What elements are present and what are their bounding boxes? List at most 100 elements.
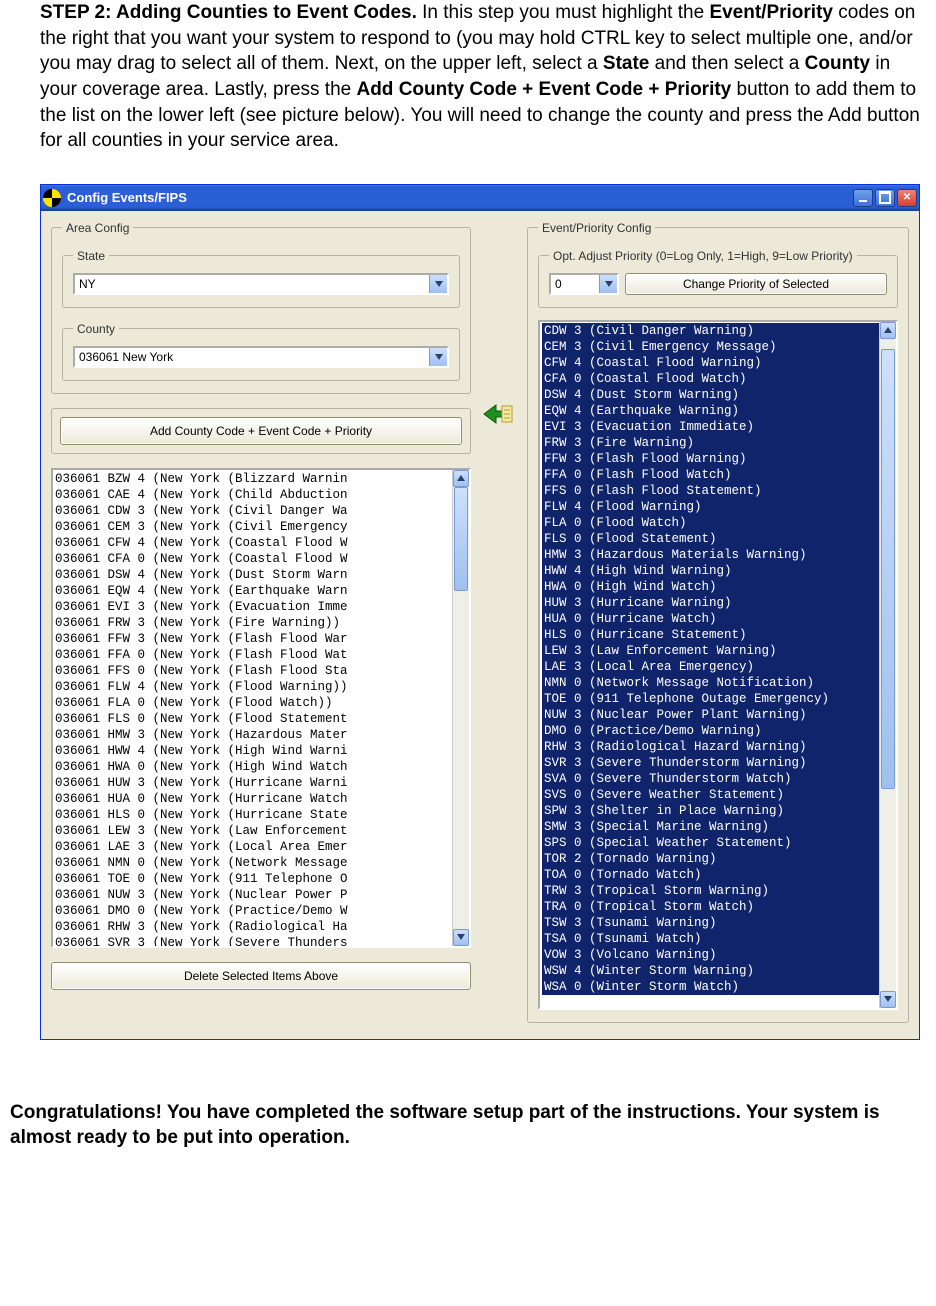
list-item[interactable]: NUW 3 (Nuclear Power Plant Warning) — [542, 707, 894, 723]
list-item[interactable]: 036061 NUW 3 (New York (Nuclear Power P — [55, 887, 467, 903]
list-item[interactable]: FFS 0 (Flash Flood Statement) — [542, 483, 894, 499]
list-item[interactable]: 036061 FLW 4 (New York (Flood Warning)) — [55, 679, 467, 695]
titlebar[interactable]: Config Events/FIPS — [41, 185, 919, 211]
list-item[interactable]: 036061 HUW 3 (New York (Hurricane Warni — [55, 775, 467, 791]
county-combobox[interactable]: 036061 New York — [73, 346, 449, 368]
list-item[interactable]: EVI 3 (Evacuation Immediate) — [542, 419, 894, 435]
list-item[interactable]: TRW 3 (Tropical Storm Warning) — [542, 883, 894, 899]
list-item[interactable]: HLS 0 (Hurricane Statement) — [542, 627, 894, 643]
list-item[interactable]: TSA 0 (Tsunami Watch) — [542, 931, 894, 947]
added-codes-listbox[interactable]: 036061 BZW 4 (New York (Blizzard Warnin0… — [51, 468, 471, 948]
list-item[interactable]: LEW 3 (Law Enforcement Warning) — [542, 643, 894, 659]
list-item[interactable]: FLA 0 (Flood Watch) — [542, 515, 894, 531]
list-item[interactable]: HUW 3 (Hurricane Warning) — [542, 595, 894, 611]
list-item[interactable]: 036061 LEW 3 (New York (Law Enforcement — [55, 823, 467, 839]
list-item[interactable]: 036061 HLS 0 (New York (Hurricane State — [55, 807, 467, 823]
list-item[interactable]: SPW 3 (Shelter in Place Warning) — [542, 803, 894, 819]
list-item[interactable]: FFA 0 (Flash Flood Watch) — [542, 467, 894, 483]
list-item[interactable]: NMN 0 (Network Message Notification) — [542, 675, 894, 691]
list-item[interactable]: SPS 0 (Special Weather Statement) — [542, 835, 894, 851]
list-item[interactable]: 036061 FFS 0 (New York (Flash Flood Sta — [55, 663, 467, 679]
state-combobox[interactable]: NY — [73, 273, 449, 295]
list-item[interactable]: WSA 0 (Winter Storm Watch) — [542, 979, 894, 995]
list-item[interactable]: TOE 0 (911 Telephone Outage Emergency) — [542, 691, 894, 707]
county-group: County 036061 New York — [62, 322, 460, 381]
list-item[interactable]: CFA 0 (Coastal Flood Watch) — [542, 371, 894, 387]
area-config-group: Area Config State NY County — [51, 221, 471, 394]
scroll-down-icon[interactable] — [880, 991, 896, 1008]
scroll-up-icon[interactable] — [453, 470, 469, 487]
list-item[interactable]: 036061 DSW 4 (New York (Dust Storm Warn — [55, 567, 467, 583]
list-item[interactable]: HUA 0 (Hurricane Watch) — [542, 611, 894, 627]
list-item[interactable]: WSW 4 (Winter Storm Warning) — [542, 963, 894, 979]
list-item[interactable]: RHW 3 (Radiological Hazard Warning) — [542, 739, 894, 755]
scrollbar[interactable] — [879, 322, 896, 1008]
minimize-button[interactable] — [853, 189, 873, 207]
list-item[interactable]: FRW 3 (Fire Warning) — [542, 435, 894, 451]
list-item[interactable]: FFW 3 (Flash Flood Warning) — [542, 451, 894, 467]
list-item[interactable]: TRA 0 (Tropical Storm Watch) — [542, 899, 894, 915]
county-legend: County — [73, 322, 119, 336]
list-item[interactable]: 036061 LAE 3 (New York (Local Area Emer — [55, 839, 467, 855]
scroll-up-icon[interactable] — [880, 322, 896, 339]
list-item[interactable]: HWA 0 (High Wind Watch) — [542, 579, 894, 595]
list-item[interactable]: 036061 HWA 0 (New York (High Wind Watch — [55, 759, 467, 775]
close-button[interactable] — [897, 189, 917, 207]
list-item[interactable]: TOR 2 (Tornado Warning) — [542, 851, 894, 867]
list-item[interactable]: 036061 TOE 0 (New York (911 Telephone O — [55, 871, 467, 887]
list-item[interactable]: 036061 DMO 0 (New York (Practice/Demo W — [55, 903, 467, 919]
list-item[interactable]: 036061 NMN 0 (New York (Network Message — [55, 855, 467, 871]
list-item[interactable]: 036061 FRW 3 (New York (Fire Warning)) — [55, 615, 467, 631]
list-item[interactable]: CDW 3 (Civil Danger Warning) — [542, 323, 894, 339]
list-item[interactable]: 036061 BZW 4 (New York (Blizzard Warnin — [55, 471, 467, 487]
event-codes-listbox[interactable]: CDW 3 (Civil Danger Warning)CEM 3 (Civil… — [538, 320, 898, 1010]
list-item[interactable]: 036061 FLS 0 (New York (Flood Statement — [55, 711, 467, 727]
county-value: 036061 New York — [75, 348, 429, 366]
list-item[interactable]: HWW 4 (High Wind Warning) — [542, 563, 894, 579]
list-item[interactable]: 036061 HWW 4 (New York (High Wind Warni — [55, 743, 467, 759]
list-item[interactable]: 036061 FLA 0 (New York (Flood Watch)) — [55, 695, 467, 711]
list-item[interactable]: TSW 3 (Tsunami Warning) — [542, 915, 894, 931]
list-item[interactable]: 036061 RHW 3 (New York (Radiological Ha — [55, 919, 467, 935]
change-priority-button[interactable]: Change Priority of Selected — [625, 273, 887, 295]
list-item[interactable]: DMO 0 (Practice/Demo Warning) — [542, 723, 894, 739]
list-item[interactable]: 036061 CDW 3 (New York (Civil Danger Wa — [55, 503, 467, 519]
list-item[interactable]: 036061 FFW 3 (New York (Flash Flood War — [55, 631, 467, 647]
priority-value: 0 — [551, 275, 599, 293]
scrollbar[interactable] — [452, 470, 469, 946]
list-item[interactable]: SVS 0 (Severe Weather Statement) — [542, 787, 894, 803]
scroll-down-icon[interactable] — [453, 929, 469, 946]
dropdown-icon[interactable] — [429, 348, 447, 366]
list-item[interactable]: CEM 3 (Civil Emergency Message) — [542, 339, 894, 355]
list-item[interactable]: 036061 CAE 4 (New York (Child Abduction — [55, 487, 467, 503]
list-item[interactable]: LAE 3 (Local Area Emergency) — [542, 659, 894, 675]
maximize-button[interactable] — [875, 189, 895, 207]
add-county-event-priority-button[interactable]: Add County Code + Event Code + Priority — [60, 417, 462, 445]
list-item[interactable]: 036061 HUA 0 (New York (Hurricane Watch — [55, 791, 467, 807]
list-item[interactable]: EQW 4 (Earthquake Warning) — [542, 403, 894, 419]
list-item[interactable]: 036061 FFA 0 (New York (Flash Flood Wat — [55, 647, 467, 663]
dropdown-icon[interactable] — [599, 275, 617, 293]
list-item[interactable]: FLS 0 (Flood Statement) — [542, 531, 894, 547]
list-item[interactable]: 036061 CFW 4 (New York (Coastal Flood W — [55, 535, 467, 551]
scroll-thumb[interactable] — [881, 349, 895, 789]
list-item[interactable]: HMW 3 (Hazardous Materials Warning) — [542, 547, 894, 563]
delete-selected-button[interactable]: Delete Selected Items Above — [51, 962, 471, 990]
list-item[interactable]: 036061 CEM 3 (New York (Civil Emergency — [55, 519, 467, 535]
list-item[interactable]: SVR 3 (Severe Thunderstorm Warning) — [542, 755, 894, 771]
scroll-thumb[interactable] — [454, 487, 468, 591]
list-item[interactable]: FLW 4 (Flood Warning) — [542, 499, 894, 515]
list-item[interactable]: SVA 0 (Severe Thunderstorm Watch) — [542, 771, 894, 787]
list-item[interactable]: TOA 0 (Tornado Watch) — [542, 867, 894, 883]
list-item[interactable]: 036061 CFA 0 (New York (Coastal Flood W — [55, 551, 467, 567]
list-item[interactable]: CFW 4 (Coastal Flood Warning) — [542, 355, 894, 371]
priority-combobox[interactable]: 0 — [549, 273, 619, 295]
dropdown-icon[interactable] — [429, 275, 447, 293]
list-item[interactable]: DSW 4 (Dust Storm Warning) — [542, 387, 894, 403]
list-item[interactable]: 036061 SVR 3 (New York (Severe Thunders — [55, 935, 467, 948]
list-item[interactable]: SMW 3 (Special Marine Warning) — [542, 819, 894, 835]
list-item[interactable]: 036061 EVI 3 (New York (Evacuation Imme — [55, 599, 467, 615]
list-item[interactable]: 036061 EQW 4 (New York (Earthquake Warn — [55, 583, 467, 599]
list-item[interactable]: 036061 HMW 3 (New York (Hazardous Mater — [55, 727, 467, 743]
list-item[interactable]: VOW 3 (Volcano Warning) — [542, 947, 894, 963]
